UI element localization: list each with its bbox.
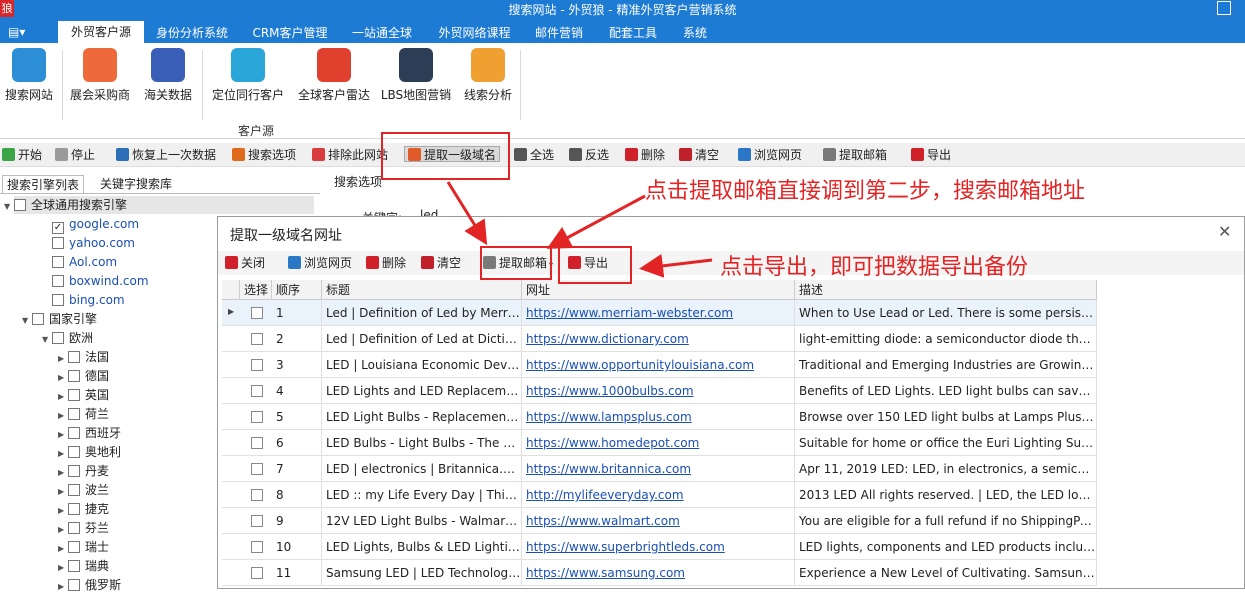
annotation-arrows bbox=[446, 181, 713, 278]
arrow-to-domain-dialog bbox=[446, 181, 488, 246]
arrow-to-export bbox=[639, 253, 713, 278]
arrow-to-extract-email bbox=[546, 194, 646, 249]
